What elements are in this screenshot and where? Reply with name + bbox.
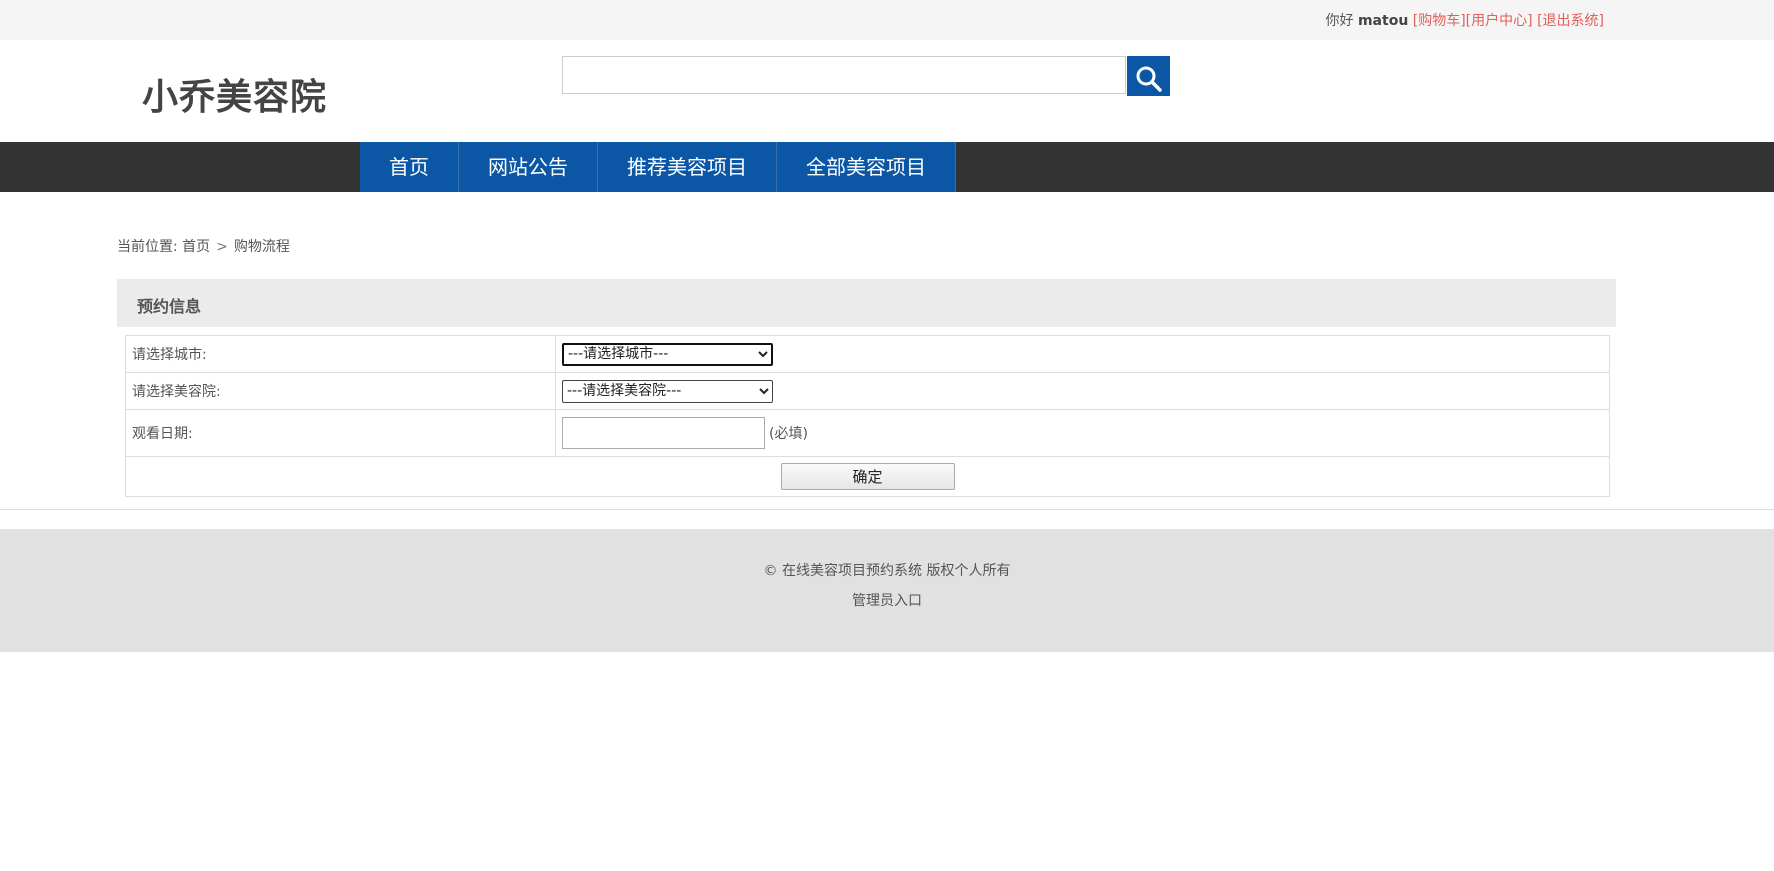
nav-item-recommended[interactable]: 推荐美容项目 bbox=[598, 142, 777, 192]
submit-button[interactable]: 确定 bbox=[780, 463, 955, 490]
breadcrumb-current: 购物流程 bbox=[233, 239, 290, 255]
nav-item-all-items[interactable]: 全部美容项目 bbox=[777, 142, 956, 192]
logout-link[interactable]: [退出系统] bbox=[1537, 13, 1604, 29]
salon-row: 请选择美容院: ---请选择美容院--- bbox=[125, 372, 1610, 410]
salon-cell: ---请选择美容院--- bbox=[555, 372, 1610, 410]
username: matou bbox=[1357, 13, 1409, 29]
content-divider bbox=[0, 509, 1774, 510]
nav-menu: 首页 网站公告 推荐美容项目 全部美容项目 bbox=[360, 142, 956, 192]
user-center-link[interactable]: [用户中心] bbox=[1466, 13, 1533, 29]
admin-entry-link[interactable]: 管理员入口 bbox=[0, 590, 1774, 610]
footer: © 在线美容项目预约系统 版权个人所有 管理员入口 bbox=[0, 529, 1774, 652]
nav-item-home[interactable]: 首页 bbox=[360, 142, 459, 192]
cart-link[interactable]: [购物车] bbox=[1413, 13, 1466, 29]
nav-item-announcements[interactable]: 网站公告 bbox=[459, 142, 598, 192]
section-title: 预约信息 bbox=[137, 297, 202, 316]
city-select[interactable]: ---请选择城市--- bbox=[562, 342, 773, 366]
greeting-text: 你好 bbox=[1325, 13, 1354, 29]
salon-select[interactable]: ---请选择美容院--- bbox=[562, 379, 773, 403]
booking-form: 请选择城市: ---请选择城市--- 请选择美容院: ---请选择美容院--- … bbox=[125, 335, 1610, 497]
search-button[interactable] bbox=[1127, 56, 1170, 96]
city-row: 请选择城市: ---请选择城市--- bbox=[125, 335, 1610, 373]
submit-cell: 确定 bbox=[125, 456, 1610, 497]
user-status: 你好 matou [购物车][用户中心] [退出系统] bbox=[1326, 10, 1604, 30]
submit-row: 确定 bbox=[125, 456, 1610, 497]
required-note: (必填) bbox=[769, 426, 808, 442]
search-input[interactable] bbox=[562, 56, 1126, 94]
breadcrumb-separator: > bbox=[216, 239, 228, 255]
breadcrumb: 当前位置: 首页 > 购物流程 bbox=[117, 236, 290, 256]
date-cell: (必填) bbox=[555, 409, 1610, 457]
top-bar: 你好 matou [购物车][用户中心] [退出系统] bbox=[0, 0, 1774, 40]
breadcrumb-home-link[interactable]: 首页 bbox=[182, 239, 210, 255]
section-header: 预约信息 bbox=[117, 279, 1616, 327]
city-cell: ---请选择城市--- bbox=[555, 335, 1610, 373]
search-icon bbox=[1127, 65, 1170, 93]
site-logo[interactable]: 小乔美容院 bbox=[142, 68, 327, 120]
main-nav-bar: 首页 网站公告 推荐美容项目 全部美容项目 bbox=[0, 142, 1774, 192]
date-input[interactable] bbox=[562, 417, 765, 449]
breadcrumb-prefix: 当前位置: bbox=[117, 239, 178, 255]
date-label: 观看日期: bbox=[125, 409, 556, 457]
city-label: 请选择城市: bbox=[125, 335, 556, 373]
salon-label: 请选择美容院: bbox=[125, 372, 556, 410]
footer-copyright: © 在线美容项目预约系统 版权个人所有 bbox=[763, 563, 1011, 579]
date-row: 观看日期: (必填) bbox=[125, 409, 1610, 457]
